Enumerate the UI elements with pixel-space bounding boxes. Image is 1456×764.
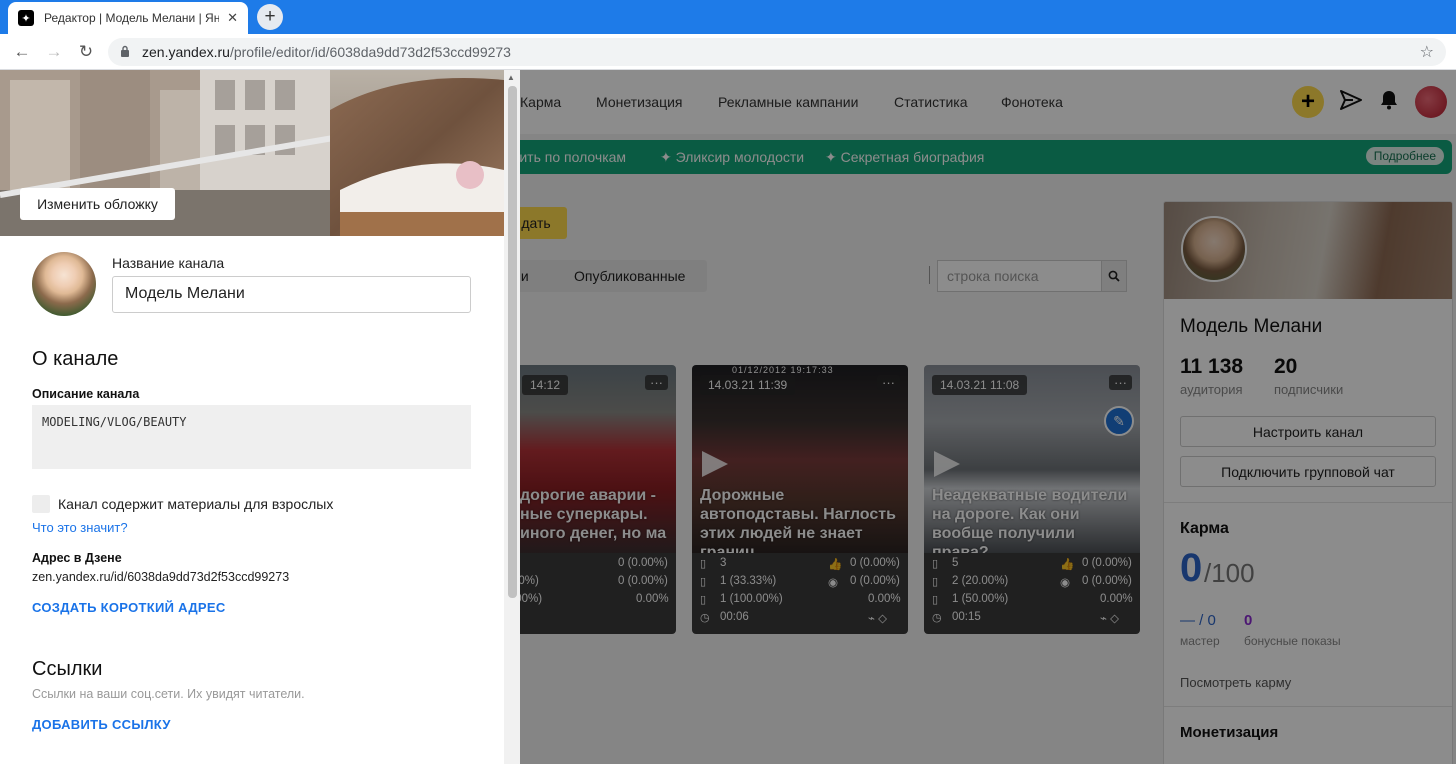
lock-icon	[120, 45, 134, 60]
url-host: zen.yandex.ru	[142, 44, 230, 60]
channel-avatar[interactable]	[32, 252, 96, 316]
adult-content-label: Канал содержит материалы для взрослых	[58, 496, 334, 512]
channel-editor-panel: Изменить обложку Название канала Модель …	[0, 70, 504, 764]
bookmark-star-icon[interactable]: ☆	[1420, 42, 1434, 62]
new-tab-button[interactable]: +	[257, 4, 283, 30]
change-cover-button[interactable]: Изменить обложку	[20, 188, 175, 220]
what-does-it-mean-link[interactable]: Что это значит?	[32, 520, 128, 535]
panel-scrollbar[interactable]: ▲	[504, 70, 520, 764]
address-bar[interactable]: zen.yandex.ru/profile/editor/id/6038da9d…	[108, 38, 1446, 66]
scrollbar-thumb[interactable]	[508, 86, 517, 598]
links-heading: Ссылки	[32, 658, 103, 680]
links-hint: Ссылки на ваши соц.сети. Их увидят читат…	[32, 687, 305, 701]
about-heading: О канале	[32, 348, 119, 370]
tab-title: Редактор | Модель Мелани | Ян	[44, 11, 220, 25]
yandex-zen-icon: ✦	[18, 10, 34, 26]
description-label: Описание канала	[32, 387, 140, 401]
description-textarea[interactable]: MODELING/VLOG/BEAUTY	[32, 405, 471, 469]
zen-address-value: zen.yandex.ru/id/6038da9dd73d2f53ccd9927…	[32, 570, 290, 584]
url-path: /profile/editor/id/6038da9dd73d2f53ccd99…	[229, 44, 511, 60]
close-tab-icon[interactable]: ✕	[227, 10, 238, 26]
channel-name-input[interactable]: Модель Мелани	[112, 276, 471, 313]
browser-tabbar: ✦ Редактор | Модель Мелани | Ян ✕ +	[0, 0, 1456, 34]
adult-content-checkbox[interactable]	[32, 495, 50, 513]
browser-toolbar: ← → ↻ zen.yandex.ru/profile/editor/id/60…	[0, 34, 1456, 70]
forward-icon[interactable]: →	[42, 40, 66, 64]
add-link-button[interactable]: ДОБАВИТЬ ССЫЛКУ	[32, 717, 171, 732]
scroll-up-icon[interactable]: ▲	[507, 73, 515, 82]
cover-image: Изменить обложку	[0, 70, 504, 236]
browser-tab[interactable]: ✦ Редактор | Модель Мелани | Ян ✕	[8, 2, 248, 34]
reload-icon[interactable]: ↻	[74, 40, 98, 64]
zen-address-label: Адрес в Дзене	[32, 551, 122, 565]
channel-name-label: Название канала	[112, 255, 225, 271]
create-short-address-link[interactable]: СОЗДАТЬ КОРОТКИЙ АДРЕС	[32, 600, 226, 615]
back-icon[interactable]: ←	[10, 40, 34, 64]
